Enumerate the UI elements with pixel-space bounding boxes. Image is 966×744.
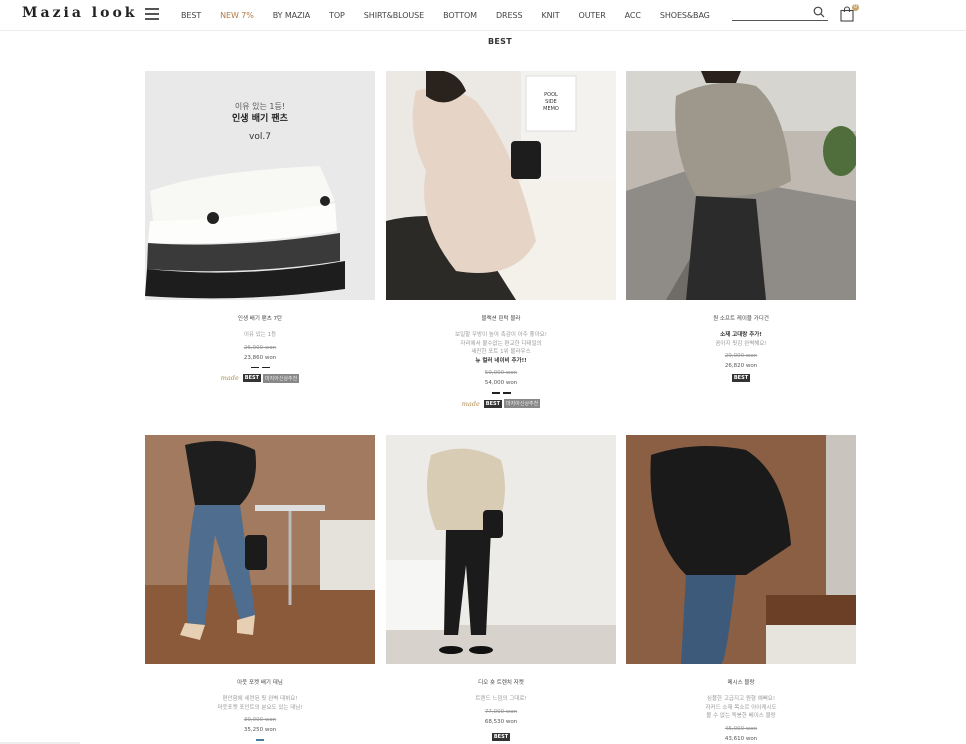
- svg-text:SIDE: SIDE: [545, 99, 557, 105]
- svg-text:POOL: POOL: [544, 92, 558, 98]
- best-badge: BEST: [491, 732, 511, 741]
- brand-logo[interactable]: Mazia look: [22, 5, 137, 21]
- new-pick-badge: 마지아신상추천: [263, 373, 300, 383]
- overlay-text-2: 인생 배기 팬츠: [232, 112, 289, 124]
- best-badge: BEST: [731, 374, 751, 382]
- product-description: 이유 있는 1등: [243, 332, 277, 338]
- nav-item-knit[interactable]: KNIT: [541, 11, 559, 20]
- new-pick-badge: 마지아신상추천: [504, 399, 541, 408]
- made-badge: made: [220, 374, 239, 382]
- overlay-text-1: 이유 있는 1등!: [235, 101, 285, 111]
- product-description: 심플한 고급지고 원형 예뻐요! 자커드 소재 목소르 아이케시도 볼 수 없는…: [705, 696, 777, 719]
- product-description: 보일할 우방이 높아 촉감이 아주 좋아요! 자리에서 불수없는 편교한 디테일…: [455, 332, 547, 355]
- product-card[interactable]: 디오 숏 트렌치 자켓 트렌드 느낌의 그대로! 77,000 won 68,5…: [386, 435, 616, 741]
- product-description: 편안함에 세련된 핏 완벽 데뷔요! 마웃포켓 포인트의 분요도 있는 데님!: [217, 696, 303, 711]
- product-name[interactable]: 블랙션 핀턱 블라: [386, 314, 616, 322]
- product-sale-price: 26,820 won: [724, 363, 758, 369]
- product-sale-price: 23,860 won: [243, 354, 277, 361]
- product-badges: BEST: [386, 732, 616, 741]
- nav-item-shirt-blouse[interactable]: SHIRT&BLOUSE: [364, 11, 424, 20]
- product-description: 꼼아지 핏감 완벽해요!: [715, 340, 767, 347]
- product-original-price: 59,000 won: [484, 370, 518, 376]
- product-image[interactable]: 이유 있는 1등! 인생 배기 팬츠 vol.7: [145, 71, 375, 300]
- nav-item-acc[interactable]: ACC: [625, 11, 641, 20]
- page-title: BEST: [488, 37, 512, 46]
- product-image[interactable]: [386, 435, 616, 664]
- product-sale-price: 54,000 won: [484, 380, 518, 386]
- cart-button[interactable]: 0: [840, 4, 859, 23]
- main-nav: BEST NEW 7% BY MAZIA TOP SHIRT&BLOUSE BO…: [181, 0, 729, 30]
- product-card[interactable]: POOL SIDE MEMO 블랙션 핀턱 블라 보일할 우방이 높아 촉감이 …: [386, 71, 616, 408]
- product-name[interactable]: 디오 숏 트렌치 자켓: [386, 678, 616, 686]
- product-card[interactable]: 이유 있는 1등! 인생 배기 팬츠 vol.7 인생 배기 팬츠 7탄 이유 …: [145, 71, 375, 383]
- product-sale-price: 35,250 won: [243, 727, 277, 733]
- product-highlight: 소재 고대랑 추가!: [720, 332, 762, 338]
- overlay-text-3: vol.7: [249, 132, 271, 142]
- top-header: Mazia look BEST NEW 7% BY MAZIA TOP SHIR…: [0, 0, 966, 31]
- color-swatches: [249, 366, 271, 369]
- search-icon[interactable]: [813, 6, 825, 18]
- product-image[interactable]: POOL SIDE MEMO: [386, 71, 616, 300]
- nav-item-new[interactable]: NEW 7%: [220, 11, 254, 20]
- best-badge: BEST: [483, 399, 503, 408]
- product-original-price: 39,000 won: [243, 717, 277, 723]
- product-name[interactable]: 아웃 포켓 배기 데님: [145, 678, 375, 686]
- product-sale-price: 43,610 won: [724, 735, 758, 742]
- cart-count-badge: 0: [852, 4, 859, 11]
- product-image[interactable]: [626, 435, 856, 664]
- product-description: 트렌드 느낌의 그대로!: [475, 696, 527, 702]
- search-input[interactable]: [732, 11, 802, 24]
- best-badge: BEST: [242, 374, 262, 382]
- nav-item-best[interactable]: BEST: [181, 11, 201, 20]
- product-image[interactable]: [145, 435, 375, 664]
- product-name[interactable]: 원 소프트 케이블 가디건: [626, 314, 856, 322]
- made-badge: made: [461, 399, 480, 408]
- product-card[interactable]: 메시스 블랑 심플한 고급지고 원형 예뻐요! 자커드 소재 목소르 아이케시도…: [626, 435, 856, 742]
- product-name[interactable]: 인생 배기 팬츠 7탄: [145, 314, 375, 322]
- product-badges: made BEST 마지아신상추천: [145, 373, 375, 383]
- nav-item-outer[interactable]: OUTER: [579, 11, 606, 20]
- nav-item-shoes-bag[interactable]: SHOES&BAG: [660, 11, 710, 20]
- search-box: [732, 5, 828, 24]
- product-name[interactable]: 메시스 블랑: [626, 678, 856, 686]
- nav-item-by-mazia[interactable]: BY MAZIA: [273, 11, 310, 20]
- nav-item-bottom[interactable]: BOTTOM: [443, 11, 477, 20]
- hamburger-menu-icon[interactable]: [145, 8, 159, 20]
- product-original-price: 77,000 won: [484, 708, 518, 715]
- product-sale-price: 68,530 won: [484, 718, 518, 725]
- product-card[interactable]: 아웃 포켓 배기 데님 편안함에 세련된 핏 완벽 데뷔요! 마웃포켓 포인트의…: [145, 435, 375, 741]
- product-image[interactable]: [626, 71, 856, 300]
- product-highlight: 뉴 컬러 네이비 추가!!: [475, 357, 527, 364]
- product-original-price: 26,000 won: [243, 344, 277, 351]
- nav-item-dress[interactable]: DRESS: [496, 11, 523, 20]
- product-card[interactable]: 원 소프트 케이블 가디건 소재 고대랑 추가! 꼼아지 핏감 완벽해요! 29…: [626, 71, 856, 382]
- product-badges: BEST: [626, 374, 856, 382]
- product-original-price: 29,000 won: [724, 353, 758, 359]
- product-original-price: 45,000 won: [724, 725, 758, 732]
- svg-text:MEMO: MEMO: [543, 106, 559, 112]
- color-swatches: [249, 739, 271, 741]
- nav-item-top[interactable]: TOP: [329, 11, 345, 20]
- product-badges: made BEST 마지아신상추천: [386, 399, 616, 408]
- color-swatches: [490, 392, 512, 394]
